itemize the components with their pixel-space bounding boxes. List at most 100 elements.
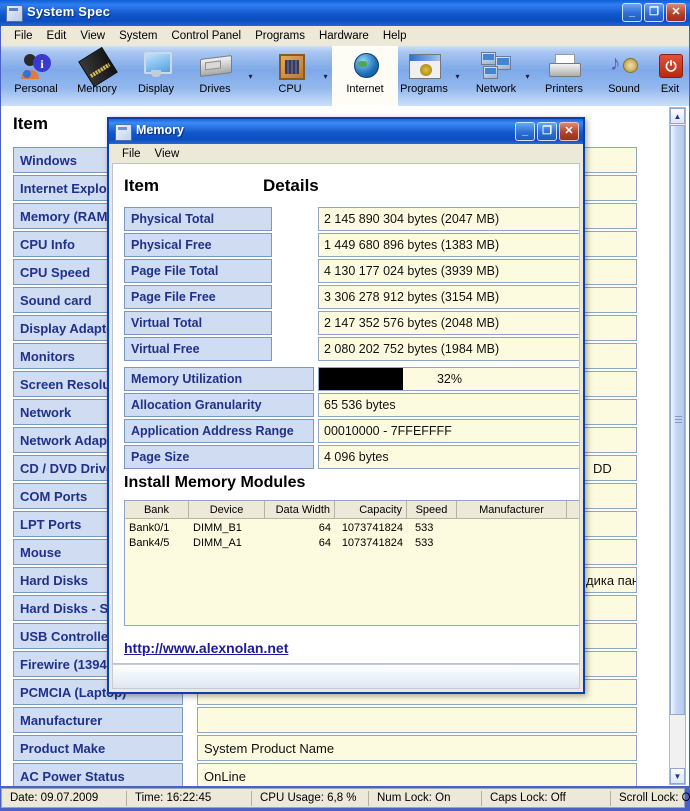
column-header-item: Item (13, 114, 48, 133)
toolbar-button-drives[interactable]: Drives (182, 46, 248, 106)
toolbar-button-programs[interactable]: Programs (387, 46, 461, 106)
website-link[interactable]: http://www.alexnolan.net (124, 640, 288, 656)
menu-help[interactable]: Help (376, 28, 414, 44)
memory-dialog-title: Memory (136, 123, 184, 137)
toolbar-button-sound[interactable]: ♪ Sound (591, 46, 657, 106)
cpu-dropdown-arrow-icon[interactable]: ▾ (321, 72, 330, 81)
memory-item-physical-free[interactable]: Physical Free (124, 233, 272, 257)
memory-module-row[interactable]: Bank0/1 DIMM_B1 64 1073741824 533 (125, 521, 579, 536)
col-device[interactable]: Device (189, 501, 265, 519)
maximize-button[interactable]: ❐ (644, 3, 664, 22)
toolbar-label-network: Network (475, 83, 517, 95)
status-date: Date: 09.07.2009 (2, 790, 127, 806)
col-capacity[interactable]: Capacity (335, 501, 407, 519)
memory-detail-virtual-free[interactable]: 2 080 202 752 bytes (1984 MB) (318, 337, 579, 361)
close-button[interactable]: ✕ (666, 3, 686, 22)
col-speed[interactable]: Speed (407, 501, 457, 519)
memory-detail-page-size[interactable]: 4 096 bytes (318, 445, 579, 469)
close-icon: ✕ (564, 125, 574, 137)
personal-icon-svg: i (21, 54, 51, 79)
main-menubar: File Edit View System Control Panel Prog… (1, 26, 689, 46)
menu-file[interactable]: File (7, 28, 40, 44)
memory-item-application-address-range[interactable]: Application Address Range (124, 419, 314, 443)
memory-column-header-item: Item (124, 176, 159, 195)
scroll-up-arrow-icon[interactable]: ▲ (670, 108, 685, 124)
toolbar-button-cpu[interactable]: CPU (257, 46, 323, 106)
memory-detail-physical-total[interactable]: 2 145 890 304 bytes (2047 MB) (318, 207, 579, 231)
scrollbar-thumb[interactable] (670, 125, 685, 715)
cell-bank: Bank4/5 (129, 537, 170, 549)
menu-control-panel[interactable]: Control Panel (164, 28, 248, 44)
memory-item-allocation-granularity[interactable]: Allocation Granularity (124, 393, 314, 417)
col-manufacturer[interactable]: Manufacturer (457, 501, 567, 519)
memory-item-virtual-total[interactable]: Virtual Total (124, 311, 272, 335)
toolbar-label-drives: Drives (199, 83, 231, 95)
row-detail-product-make[interactable]: System Product Name (197, 735, 637, 761)
memory-minimize-button[interactable]: _ (515, 122, 535, 141)
row-detail-ac-power-status[interactable]: OnLine (197, 763, 637, 786)
app-icon (6, 5, 23, 22)
menu-programs[interactable]: Programs (248, 28, 312, 44)
memory-modules-header-row: Bank Device Data Width Capacity Speed Ma… (125, 501, 579, 519)
toolbar-label-printers: Printers (545, 83, 583, 95)
statusbar: Date: 09.07.2009 Time: 16:22:45 CPU Usag… (1, 788, 690, 808)
memory-menu-view[interactable]: View (148, 146, 187, 162)
memory-maximize-button[interactable]: ❐ (537, 122, 557, 141)
memory-item-page-size[interactable]: Page Size (124, 445, 314, 469)
cell-speed: 533 (415, 522, 434, 534)
memory-item-utilization[interactable]: Memory Utilization (124, 367, 314, 391)
toolbar-button-printers[interactable]: Printers (531, 46, 597, 106)
status-num-lock: Num Lock: On (369, 790, 482, 806)
close-icon: ✕ (671, 6, 681, 18)
memory-detail-page-file-free[interactable]: 3 306 278 912 bytes (3154 MB) (318, 285, 579, 309)
main-toolbar: i Personal Memory Display Drives ▾ CPU ▾ (1, 46, 689, 106)
menu-hardware[interactable]: Hardware (312, 28, 376, 44)
memory-modules-table: Bank Device Data Width Capacity Speed Ma… (124, 500, 579, 626)
internet-globe-icon (348, 50, 382, 82)
row-item-manufacturer[interactable]: Manufacturer (13, 707, 183, 733)
toolbar-button-exit[interactable]: ⏻ Exit (649, 46, 690, 106)
memory-detail-page-file-total[interactable]: 4 130 177 024 bytes (3939 MB) (318, 259, 579, 283)
drives-dropdown-arrow-icon[interactable]: ▾ (246, 72, 255, 81)
memory-item-page-file-total[interactable]: Page File Total (124, 259, 272, 283)
progressbar-value: 32% (436, 372, 463, 386)
status-time: Time: 16:22:45 (127, 790, 252, 806)
menu-edit[interactable]: Edit (40, 28, 74, 44)
row-detail-manufacturer[interactable] (197, 707, 637, 733)
sound-icon: ♪ (607, 50, 641, 82)
row-item-ac-power-status[interactable]: AC Power Status (13, 763, 183, 786)
memory-module-row[interactable]: Bank4/5 DIMM_A1 64 1073741824 533 (125, 536, 579, 551)
memory-item-physical-total[interactable]: Physical Total (124, 207, 272, 231)
memory-item-page-file-free[interactable]: Page File Free (124, 285, 272, 309)
app-title: System Spec (27, 4, 111, 19)
toolbar-label-display: Display (137, 83, 175, 95)
scroll-down-arrow-icon[interactable]: ▼ (670, 768, 685, 784)
minimize-button[interactable]: _ (622, 3, 642, 22)
drives-icon (198, 50, 232, 82)
memory-menu-file[interactable]: File (115, 146, 148, 162)
toolbar-label-cpu: CPU (278, 83, 302, 95)
toolbar-button-network[interactable]: Network (461, 46, 531, 106)
memory-detail-virtual-total[interactable]: 2 147 352 576 bytes (2048 MB) (318, 311, 579, 335)
toolbar-label-exit: Exit (660, 83, 680, 95)
menu-view[interactable]: View (73, 28, 112, 44)
status-caps-lock: Caps Lock: Off (482, 790, 611, 806)
memory-detail-physical-free[interactable]: 1 449 680 896 bytes (1383 MB) (318, 233, 579, 257)
toolbar-label-personal: Personal (14, 83, 58, 95)
col-bank[interactable]: Bank (125, 501, 189, 519)
main-vertical-scrollbar[interactable]: ▲ ▼ (669, 107, 686, 785)
menu-system[interactable]: System (112, 28, 164, 44)
memory-detail-allocation-granularity[interactable]: 65 536 bytes (318, 393, 579, 417)
toolbar-button-memory[interactable]: Memory (64, 46, 130, 106)
memory-utilization-progressbar: 32% (318, 367, 579, 391)
toolbar-button-display[interactable]: Display (123, 46, 189, 106)
col-data-width[interactable]: Data Width (265, 501, 335, 519)
display-monitor-icon (139, 50, 173, 82)
memory-detail-application-address-range[interactable]: 00010000 - 7FFEFFFF (318, 419, 579, 443)
row-item-product-make[interactable]: Product Make (13, 735, 183, 761)
memory-item-virtual-free[interactable]: Virtual Free (124, 337, 272, 361)
memory-close-button[interactable]: ✕ (559, 122, 579, 141)
cell-data-width: 64 (318, 522, 331, 534)
toolbar-button-personal[interactable]: i Personal (3, 46, 69, 106)
memory-column-header-details: Details (263, 176, 319, 195)
